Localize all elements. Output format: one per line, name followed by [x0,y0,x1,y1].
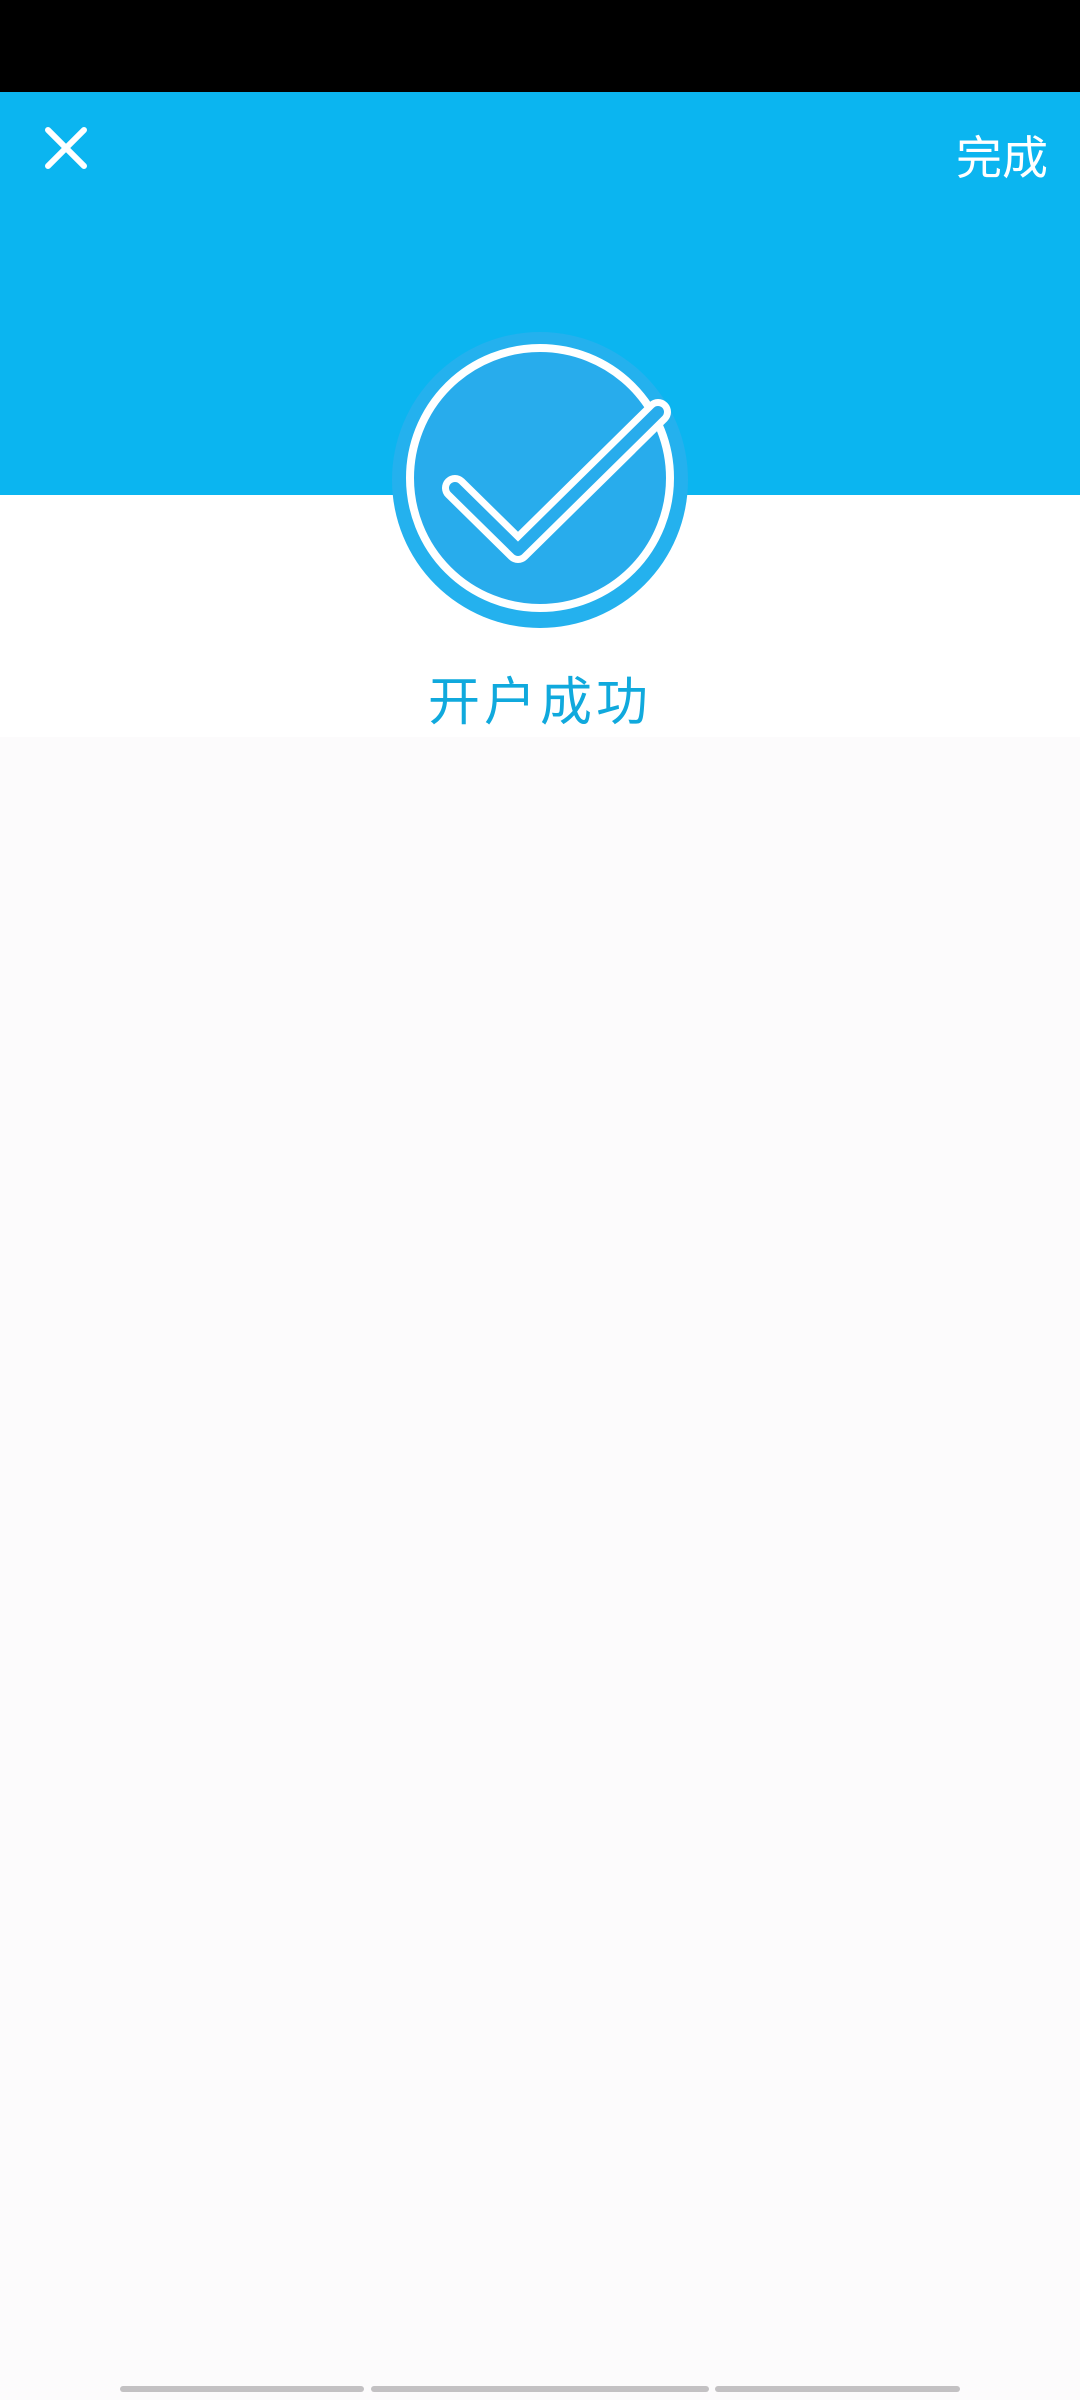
indicator-segment [120,2386,364,2392]
checkmark-circle-icon [392,332,688,628]
status-bar [0,0,1080,92]
close-button[interactable] [28,110,104,186]
close-icon [45,127,87,169]
indicator-segment [715,2386,960,2392]
bottom-indicators [0,2386,1080,2394]
done-button[interactable]: 完成 [956,128,1048,188]
success-title: 开户成功 [427,673,652,733]
indicator-segment [371,2386,709,2392]
content-area [0,737,1080,2400]
